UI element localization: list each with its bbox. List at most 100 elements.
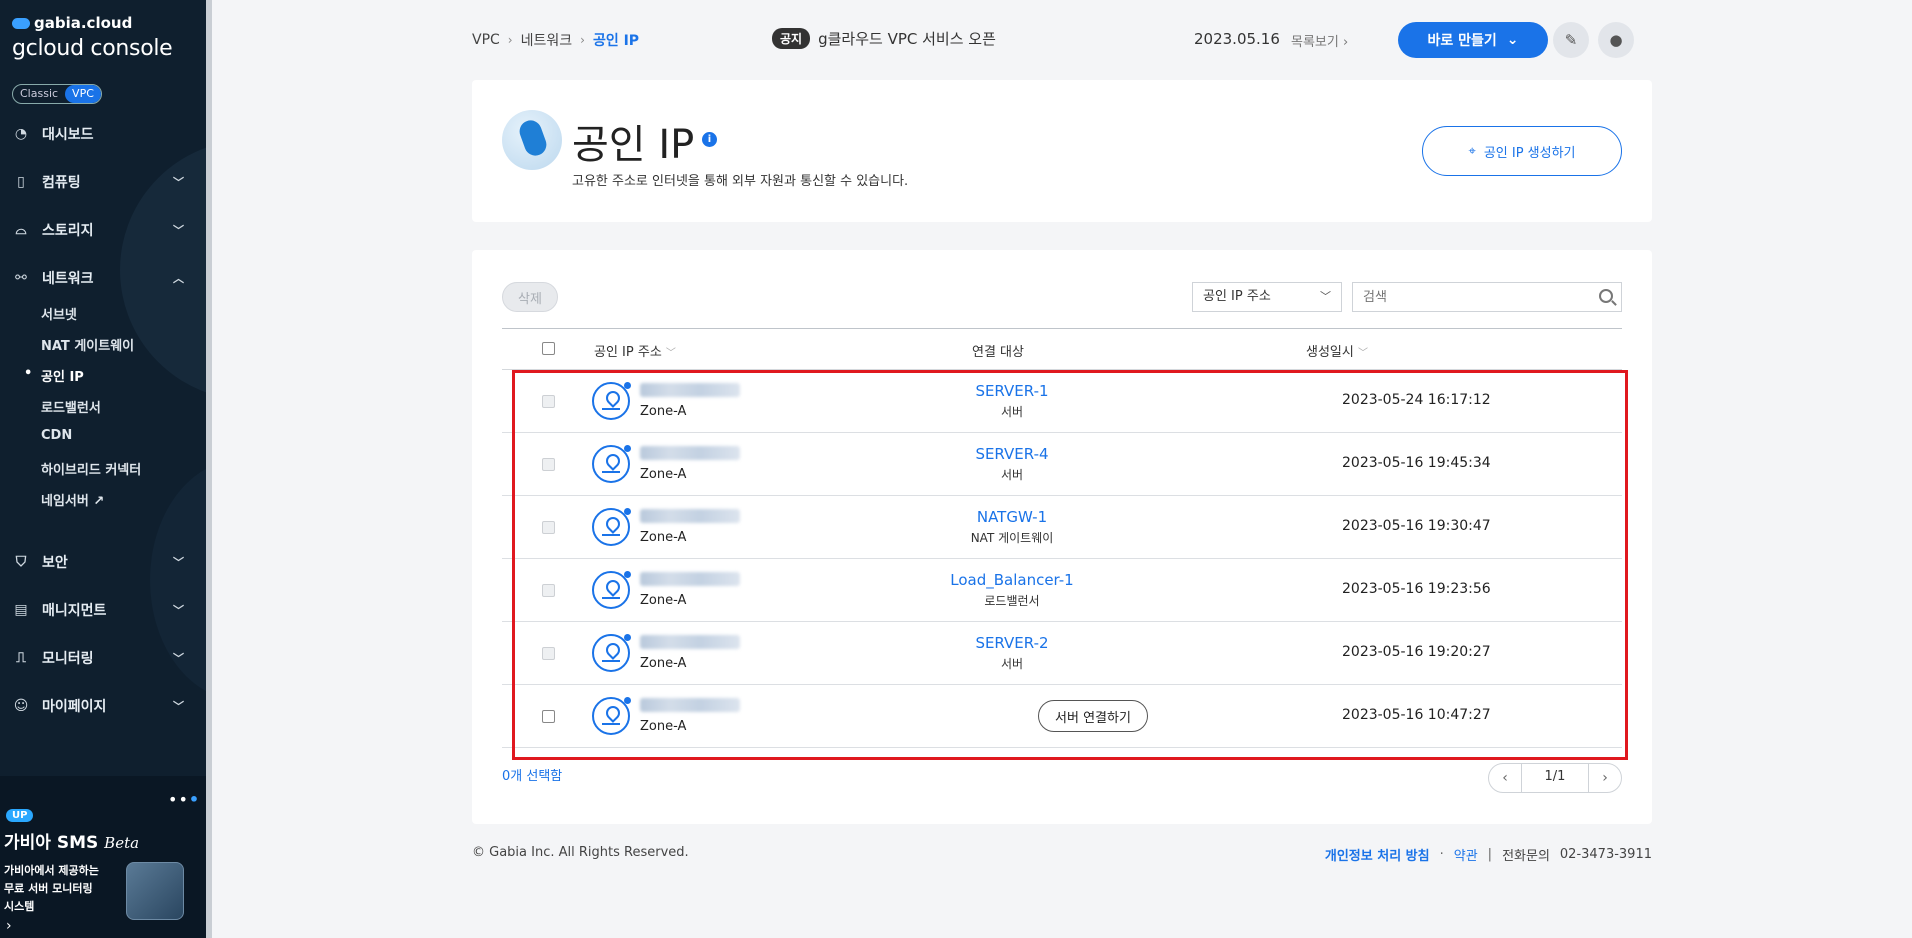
sidebar-item-computing[interactable]: ▯ 컴퓨팅 ﹀: [0, 166, 206, 198]
create-public-ip-button[interactable]: ⌖ 공인 IP 생성하기: [1422, 126, 1622, 176]
page-indicator: 1/1: [1521, 763, 1589, 793]
chevron-down-icon: ﹀: [173, 556, 184, 569]
chevron-right-icon[interactable]: ›: [1589, 770, 1621, 786]
chevron-down-icon: ﹀: [173, 224, 184, 237]
carousel-dots[interactable]: •••: [168, 790, 200, 809]
privacy-link[interactable]: 개인정보 처리 방침: [1325, 845, 1430, 864]
selected-count: 0개 선택함: [502, 769, 563, 784]
search-icon[interactable]: [1599, 289, 1613, 303]
quick-create-label: 바로 만들기: [1427, 33, 1497, 49]
sidebar-item-mypage[interactable]: ☺ 마이페이지 ﹀: [0, 690, 206, 722]
sidebar-sub-nameserver[interactable]: 네임서버 ↗: [41, 490, 104, 509]
column-header-target: 연결 대상: [972, 345, 1024, 360]
promo-desc-line: 무료 서버 모니터링: [4, 882, 93, 895]
profile-icon[interactable]: ●: [1598, 22, 1634, 58]
phone-label: 전화문의: [1502, 849, 1550, 864]
chevron-down-icon: ⌄: [1506, 32, 1519, 48]
notice-text[interactable]: g클라우드 VPC 서비스 오픈: [818, 28, 996, 49]
select-all-checkbox[interactable]: [542, 342, 555, 355]
highlight-box: [512, 370, 1628, 760]
sidebar-sub-cdn[interactable]: CDN: [41, 428, 72, 443]
sidebar-sub-load-balancer[interactable]: 로드밸런서: [41, 397, 101, 416]
dashboard-icon: ◔: [14, 126, 28, 142]
sidebar-sub-label: 네임서버: [41, 494, 89, 509]
breadcrumb-network[interactable]: 네트워크: [521, 30, 573, 50]
sidebar-item-monitoring[interactable]: ⎍ 모니터링 ﹀: [0, 642, 206, 674]
terms-link[interactable]: 약관: [1454, 845, 1478, 864]
promo-banner[interactable]: ••• UP 가비아 SMS Beta 가비아에서 제공하는 무료 서버 모니터…: [0, 776, 206, 938]
search-filter-select[interactable]: 공인 IP 주소 ﹀: [1192, 282, 1342, 312]
chevron-down-icon: ﹀: [173, 700, 184, 713]
user-icon: ☺: [13, 698, 29, 714]
notice-tag: 공지: [772, 28, 811, 49]
sidebar-sub-hybrid-connector[interactable]: 하이브리드 커넥터: [41, 459, 141, 478]
sidebar-sub-subnet[interactable]: 서브넷: [41, 304, 77, 323]
page-title: 공인 IP: [572, 122, 695, 168]
sidebar: gabia.cloud gcloud console Classic VPC ◔…: [0, 0, 212, 938]
delete-button[interactable]: 삭제: [502, 282, 558, 312]
sort-icon: ﹀: [665, 348, 676, 359]
sidebar-item-security[interactable]: ⛉ 보안 ﹀: [0, 546, 206, 578]
title-card: 공인 IP i 고유한 주소로 인터넷을 통해 외부 자원과 통신할 수 있습니…: [472, 80, 1652, 222]
chevron-down-icon: ﹀: [173, 652, 184, 665]
footer-links: 개인정보 처리 방침 · 약관 | 전화문의 02-3473-3911: [1325, 845, 1652, 864]
chevron-down-icon: ﹀: [173, 604, 184, 617]
logo-product: gcloud console: [12, 36, 173, 61]
promo-title: 가비아 SMS Beta: [4, 828, 139, 853]
search-box: [1352, 282, 1622, 312]
sidebar-item-label: 스토리지: [42, 223, 94, 239]
cloud-icon: [12, 17, 30, 29]
column-header-created[interactable]: 생성일시 ﹀: [1306, 341, 1368, 360]
chevron-right-icon[interactable]: ›: [6, 918, 12, 934]
sidebar-sub-public-ip[interactable]: 공인 IP: [24, 366, 84, 385]
sidebar-item-label: 모니터링: [42, 651, 94, 667]
sidebar-item-label: 보안: [42, 555, 68, 571]
chip-icon: ▯: [17, 174, 25, 190]
pagination: ‹ 1/1 ›: [1488, 763, 1622, 793]
top-bar: VPC › 네트워크 › 공인 IP 공지 g클라우드 VPC 서비스 오픈 2…: [472, 22, 1652, 58]
chevron-down-icon: ﹀: [1320, 290, 1331, 303]
table-header: 공인 IP 주소 ﹀ 연결 대상 생성일시 ﹀: [502, 328, 1622, 370]
sidebar-scrollbar[interactable]: [206, 0, 212, 938]
sidebar-item-management[interactable]: ▤ 매니지먼트 ﹀: [0, 594, 206, 626]
notice-list-label: 목록보기: [1291, 35, 1339, 50]
logo[interactable]: gabia.cloud gcloud console: [12, 14, 173, 61]
search-input[interactable]: [1353, 283, 1583, 311]
toggle-vpc[interactable]: VPC: [65, 85, 101, 103]
create-button-label: 공인 IP 생성하기: [1483, 145, 1576, 161]
column-header-ip[interactable]: 공인 IP 주소 ﹀: [594, 341, 676, 360]
sidebar-item-label: 대시보드: [42, 127, 94, 143]
column-label: 공인 IP 주소: [594, 345, 662, 360]
pin-icon: ⌖: [1468, 143, 1476, 159]
logo-brand: gabia.cloud: [34, 14, 133, 32]
breadcrumb-vpc[interactable]: VPC: [472, 32, 500, 48]
breadcrumb-separator-icon: ›: [507, 33, 513, 47]
notice-list-link[interactable]: 목록보기 ›: [1291, 31, 1348, 50]
chevron-left-icon[interactable]: ‹: [1489, 770, 1521, 786]
chat-icon[interactable]: ✎: [1553, 22, 1589, 58]
sidebar-item-label: 네트워크: [42, 271, 94, 287]
shield-icon: ⛉: [15, 554, 27, 570]
info-icon[interactable]: i: [702, 132, 717, 147]
sidebar-item-label: 매니지먼트: [42, 603, 107, 619]
sidebar-item-network[interactable]: ⚯ 네트워크 ︿: [0, 262, 206, 294]
chevron-down-icon: ﹀: [173, 176, 184, 189]
up-badge: UP: [6, 809, 34, 822]
chevron-up-icon: ︿: [173, 272, 184, 285]
footer-divider: |: [1487, 847, 1493, 862]
sidebar-item-storage[interactable]: ⌓ 스토리지 ﹀: [0, 214, 206, 246]
mode-toggle[interactable]: Classic VPC: [12, 84, 102, 104]
public-ip-icon: [502, 110, 562, 170]
sidebar-item-dashboard[interactable]: ◔ 대시보드: [0, 118, 206, 150]
storage-icon: ⌓: [15, 222, 27, 238]
management-icon: ▤: [14, 602, 28, 618]
notice-date: 2023.05.16: [1194, 30, 1280, 48]
notice[interactable]: 공지 g클라우드 VPC 서비스 오픈: [772, 28, 996, 49]
breadcrumb-current: 공인 IP: [592, 33, 640, 49]
phone-number: 02-3473-3911: [1559, 847, 1652, 862]
sidebar-sub-nat-gateway[interactable]: NAT 게이트웨이: [41, 335, 134, 354]
copyright: © Gabia Inc. All Rights Reserved.: [472, 845, 689, 860]
quick-create-button[interactable]: 바로 만들기 ⌄: [1398, 22, 1548, 58]
toggle-classic[interactable]: Classic: [13, 85, 65, 103]
search-filter-value: 공인 IP 주소: [1203, 289, 1271, 304]
